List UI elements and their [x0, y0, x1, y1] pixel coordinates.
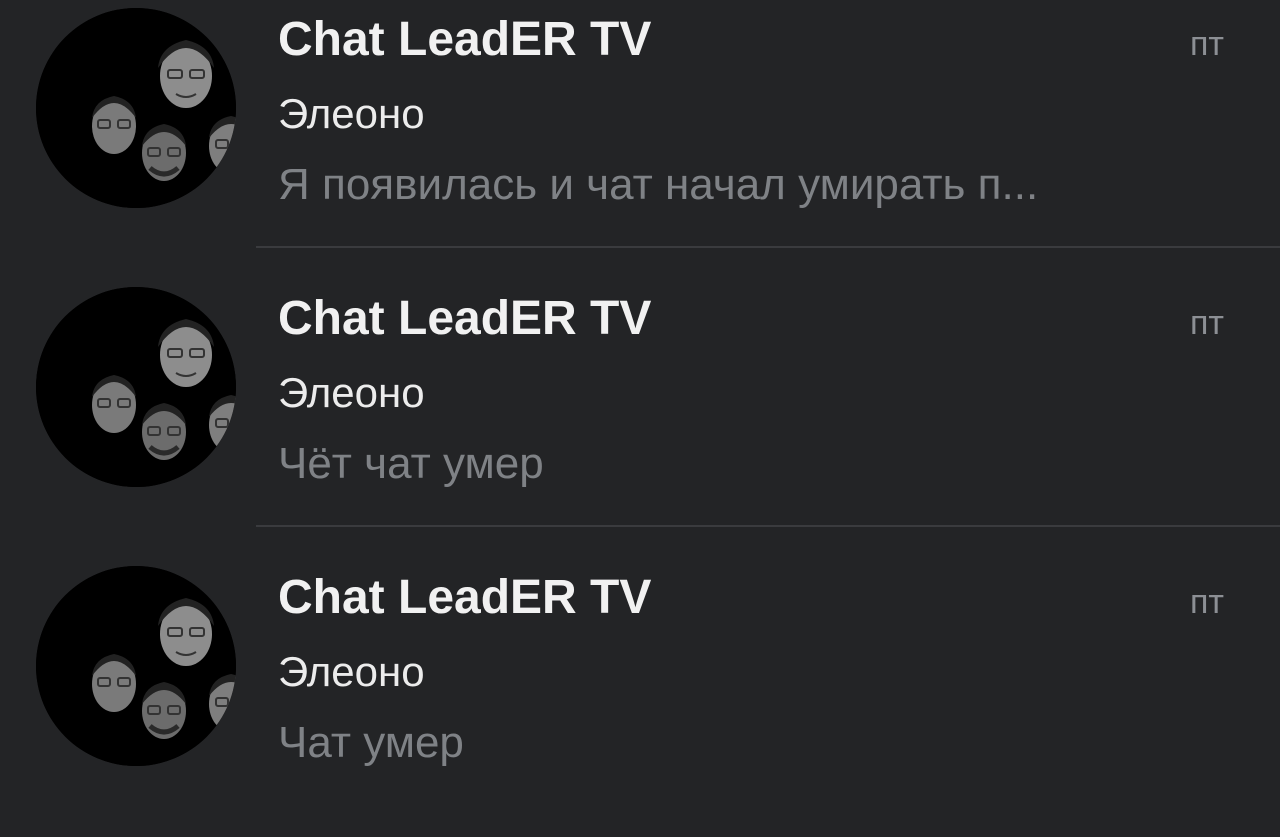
- avatar-faces-icon: [36, 566, 236, 766]
- chat-timestamp: пт: [1190, 25, 1224, 63]
- chat-timestamp: пт: [1190, 304, 1224, 342]
- chat-list-item[interactable]: Chat LeadER TV пт Элеоно Чёт чат умер: [0, 279, 1280, 558]
- avatar-faces-icon: [36, 287, 236, 487]
- chat-list-item[interactable]: Chat LeadER TV пт Элеоно Я появилась и ч…: [0, 0, 1280, 279]
- chat-timestamp: пт: [1190, 583, 1224, 621]
- last-message-preview: Чат умер: [278, 718, 464, 767]
- divider: [256, 246, 1280, 248]
- chat-list-item[interactable]: Chat LeadER TV пт Элеоно Чат умер: [0, 558, 1280, 837]
- group-faces-avatar: [36, 566, 236, 766]
- last-message-preview: Чёт чат умер: [278, 439, 544, 488]
- last-message-sender: Элеоно: [278, 648, 425, 695]
- chat-title: Chat LeadER TV: [278, 571, 652, 624]
- last-message-sender: Элеоно: [278, 369, 425, 416]
- last-message-sender: Элеоно: [278, 90, 425, 137]
- group-faces-avatar: [36, 8, 236, 208]
- group-faces-avatar: [36, 287, 236, 487]
- avatar-faces-icon: [36, 8, 236, 208]
- chat-title: Chat LeadER TV: [278, 13, 652, 66]
- last-message-preview: Я появилась и чат начал умирать п...: [278, 160, 1039, 209]
- chat-title: Chat LeadER TV: [278, 292, 652, 345]
- divider: [256, 525, 1280, 527]
